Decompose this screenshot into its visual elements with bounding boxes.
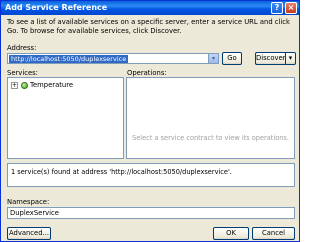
address-label: Address: [7,44,37,52]
namespace-label: Namespace: [7,198,50,206]
ok-button[interactable]: OK [213,227,249,240]
service-icon [21,81,28,89]
go-button[interactable]: Go [222,52,242,65]
cancel-button[interactable]: Cancel [252,227,295,240]
help-icon[interactable]: ? [271,2,283,14]
close-icon[interactable]: × [285,2,297,14]
dialog-title: Add Service Reference [5,3,108,12]
expand-icon[interactable]: + [11,81,18,89]
address-input[interactable]: http://localhost:5050/duplexservice [9,55,129,63]
address-combobox[interactable]: http://localhost:5050/duplexservice ▾ [7,53,219,64]
operations-hint: Select a service contract to view its op… [132,134,289,142]
discover-button[interactable]: Discover [255,52,286,65]
operations-label: Operations: [127,69,167,77]
tree-item-label: Temperature [30,81,74,89]
operations-list[interactable]: Select a service contract to view its op… [126,77,295,159]
title-bar[interactable]: Add Service Reference ? × [1,1,299,15]
services-label: Services: [7,69,38,77]
intro-text: To see a list of available services on a… [7,18,290,35]
add-service-reference-dialog: Add Service Reference ? × To see a list … [0,0,300,242]
namespace-input[interactable]: DuplexService [7,207,295,219]
address-dropdown-icon[interactable]: ▾ [208,54,218,63]
services-tree[interactable]: + Temperature [7,77,124,159]
advanced-button[interactable]: Advanced... [7,227,51,240]
tree-item-temperature[interactable]: + Temperature [11,81,73,90]
status-message: 1 service(s) found at address 'http://lo… [7,163,295,187]
discover-dropdown-icon[interactable]: ▾ [285,52,296,65]
